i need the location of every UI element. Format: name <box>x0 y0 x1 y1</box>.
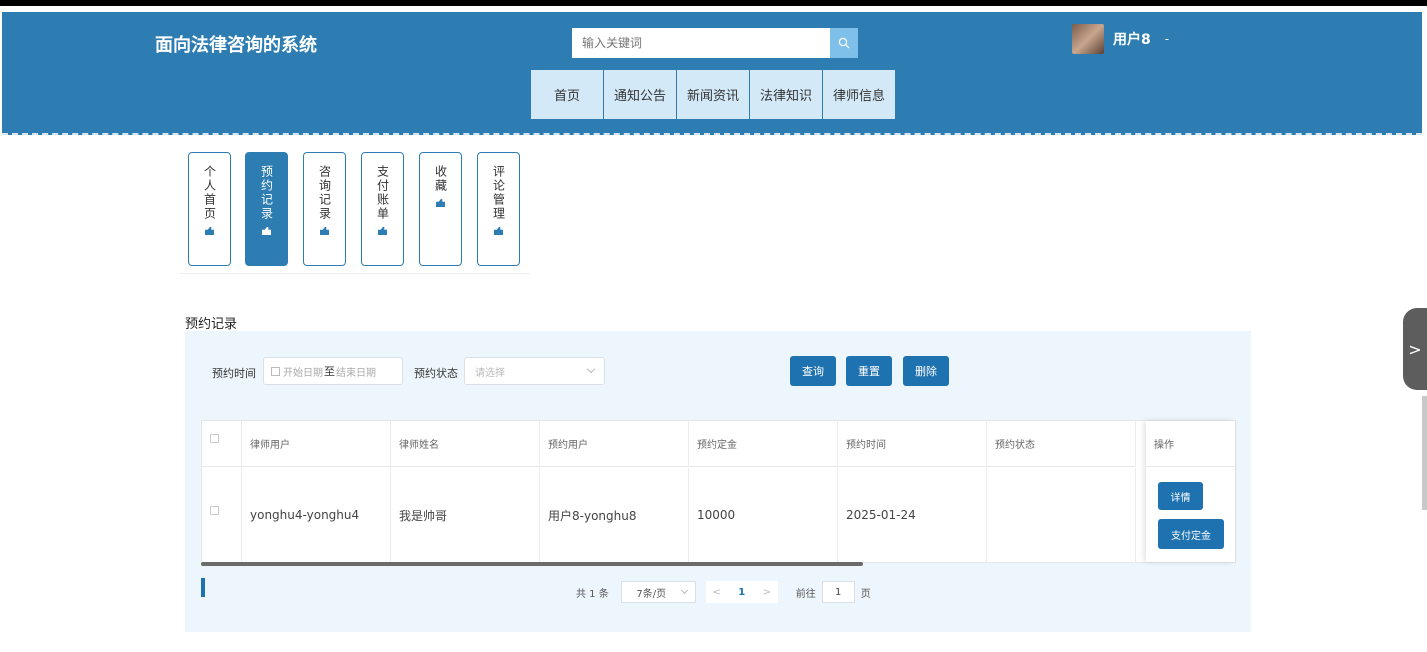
header-lawyer-name: 律师姓名 <box>391 421 540 466</box>
nav-item-notices[interactable]: 通知公告 <box>604 70 676 119</box>
header-booking-time: 预约时间 <box>838 421 987 466</box>
tab-label: 收藏 <box>433 165 448 193</box>
prev-page-button[interactable]: < <box>705 581 728 603</box>
tab-label: 预约记录 <box>259 165 274 221</box>
chevron-down-icon: - <box>1164 32 1170 46</box>
tab-booking-records[interactable]: 预约记录 <box>245 152 288 266</box>
tab-personal-home[interactable]: 个人首页 <box>188 152 231 266</box>
pagination: 共 1 条 7条/页 < 1 > 前往 1 页 <box>576 581 871 603</box>
cell-deposit: 10000 <box>689 468 838 562</box>
cell-booking-user: 用户8-yonghu8 <box>540 468 689 562</box>
tab-label: 咨询记录 <box>317 165 332 221</box>
cell-lawyer-user: yonghu4-yonghu4 <box>242 468 391 562</box>
detail-button[interactable]: 详情 <box>1158 482 1203 510</box>
tab-label: 个人首页 <box>202 165 217 221</box>
page-vertical-scrollbar[interactable] <box>1422 396 1427 510</box>
cell-lawyer-name: 我是帅哥 <box>391 468 540 562</box>
goto-page-input[interactable]: 1 <box>821 581 855 603</box>
date-separator: 至 <box>324 365 335 378</box>
table-row: yonghu4-yonghu4 我是帅哥 用户8-yonghu8 10000 2… <box>202 468 1136 562</box>
chevron-right-icon: > <box>1408 339 1422 359</box>
cell-booking-time: 2025-01-24 <box>838 468 987 562</box>
tab-consult-records[interactable]: 咨询记录 <box>303 152 346 266</box>
header-booking-status: 预约状态 <box>987 421 1136 466</box>
operations-column: 操作 详情 支付定金 <box>1146 421 1235 562</box>
cell-booking-status <box>987 468 1136 562</box>
search-box <box>572 28 858 58</box>
tab-label: 评论管理 <box>491 165 506 221</box>
next-page-button[interactable]: > <box>755 581 778 603</box>
chevron-down-icon <box>586 364 596 374</box>
header-lawyer-user: 律师用户 <box>242 421 391 466</box>
user-name: 用户8 <box>1113 32 1151 48</box>
thumb-icon <box>494 227 503 235</box>
status-filter-label: 预约状态 <box>414 367 458 380</box>
page-size-select[interactable]: 7条/页 <box>620 581 696 603</box>
nav-item-lawyer-info[interactable]: 律师信息 <box>823 70 895 119</box>
reset-button[interactable]: 重置 <box>846 356 892 386</box>
query-button[interactable]: 查询 <box>790 356 836 386</box>
pagination-left-marker <box>201 578 205 597</box>
header-checkbox-cell <box>202 421 242 466</box>
tab-payment-bills[interactable]: 支付账单 <box>361 152 404 266</box>
time-filter-label: 预约时间 <box>212 367 256 380</box>
tab-label: 支付账单 <box>375 165 390 221</box>
thumb-icon <box>262 227 271 235</box>
row-checkbox-cell <box>202 468 242 562</box>
pagination-total: 共 1 条 <box>576 588 609 600</box>
nav-item-home[interactable]: 首页 <box>531 70 603 119</box>
end-date-input[interactable]: 结束日期 <box>336 364 376 379</box>
main-nav: 首页 通知公告 新闻资讯 法律知识 律师信息 <box>531 70 896 119</box>
delete-button[interactable]: 删除 <box>903 356 949 386</box>
site-title: 面向法律咨询的系统 <box>155 35 317 56</box>
header-booking-user: 预约用户 <box>540 421 689 466</box>
booking-table: 律师用户 律师姓名 预约用户 预约定金 预约时间 预约状态 yonghu4-yo… <box>201 420 1236 563</box>
header-operations: 操作 <box>1146 421 1235 467</box>
window-top-bar <box>0 0 1427 6</box>
pay-deposit-button[interactable]: 支付定金 <box>1158 519 1224 549</box>
tab-favorites[interactable]: 收藏 <box>419 152 462 266</box>
status-select-placeholder: 请选择 <box>475 367 505 379</box>
thumb-icon <box>320 227 329 235</box>
booking-panel: 预约时间 开始日期 至 结束日期 预约状态 请选择 查询 重置 删除 律师用户 … <box>185 331 1251 632</box>
page-size-value: 7条/页 <box>636 588 667 600</box>
avatar <box>1072 24 1104 54</box>
user-center-tabs: 个人首页 预约记录 咨询记录 支付账单 收藏 评论管理 <box>180 152 530 274</box>
tab-comment-management[interactable]: 评论管理 <box>477 152 520 266</box>
calendar-icon <box>271 366 280 376</box>
search-icon <box>838 37 850 49</box>
search-button[interactable] <box>830 28 858 58</box>
thumb-icon <box>205 227 214 235</box>
goto-label: 前往 <box>795 588 816 600</box>
section-title: 预约记录 <box>185 317 238 332</box>
status-select[interactable]: 请选择 <box>464 357 605 385</box>
header-deposit: 预约定金 <box>689 421 838 466</box>
page-suffix: 页 <box>860 588 871 600</box>
chevron-down-icon <box>680 586 688 595</box>
thumb-icon <box>436 199 445 207</box>
search-input[interactable] <box>572 28 830 58</box>
user-menu[interactable]: 用户8 - <box>1072 24 1169 54</box>
thumb-icon <box>378 227 387 235</box>
table-header: 律师用户 律师姓名 预约用户 预约定金 预约时间 预约状态 <box>202 421 1136 467</box>
select-all-checkbox[interactable] <box>210 434 219 443</box>
start-date-input[interactable]: 开始日期 <box>283 364 323 379</box>
page-number-current[interactable]: 1 <box>727 581 756 603</box>
nav-item-legal-knowledge[interactable]: 法律知识 <box>750 70 822 119</box>
side-panel-toggle[interactable]: > <box>1403 308 1427 390</box>
nav-item-news[interactable]: 新闻资讯 <box>677 70 749 119</box>
site-header: 面向法律咨询的系统 用户8 - 首页 通知公告 新闻资讯 法律知识 律师信息 <box>2 12 1422 135</box>
table-horizontal-scrollbar[interactable] <box>201 562 863 566</box>
date-range-picker[interactable]: 开始日期 至 结束日期 <box>263 357 403 385</box>
row-checkbox[interactable] <box>210 505 219 515</box>
